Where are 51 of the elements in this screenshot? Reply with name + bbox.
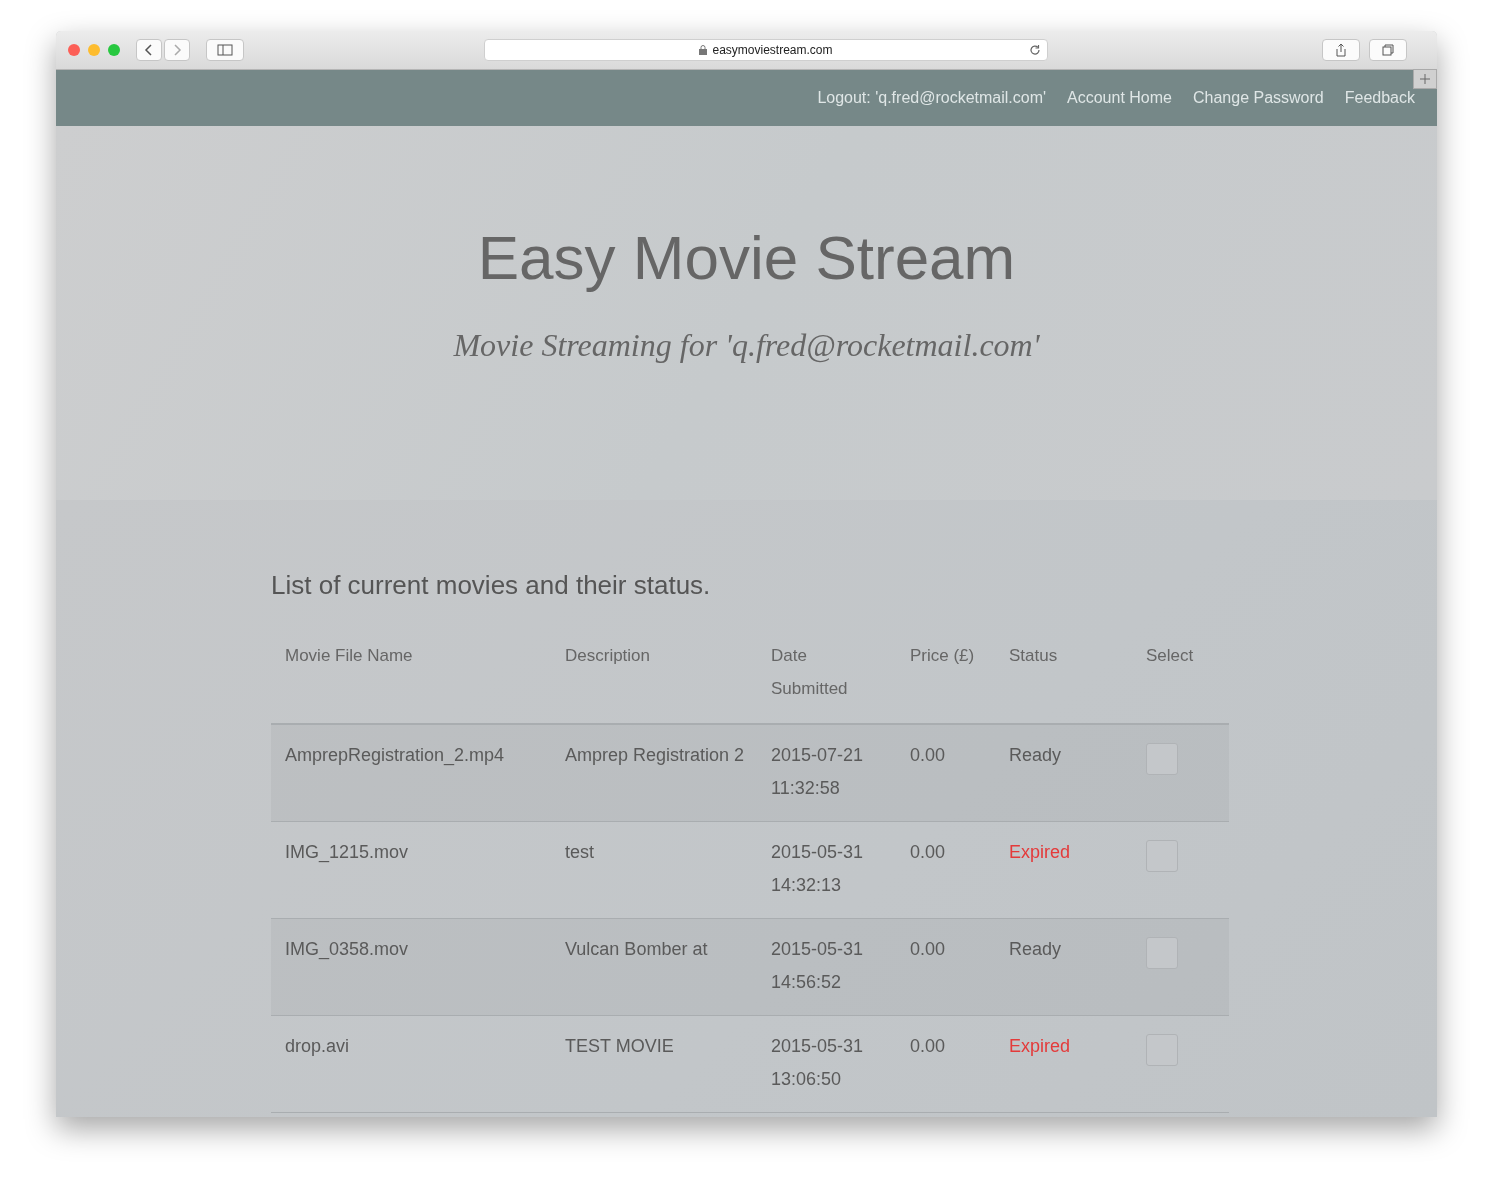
column-header: Date Submitted [757,639,896,724]
site-subtitle: Movie Streaming for 'q.fred@rocketmail.com' [453,327,1040,364]
column-header: Movie File Name [271,639,551,724]
tabs-icon [1382,44,1394,56]
chevron-left-icon [144,43,154,57]
nav-link[interactable]: Logout: 'q.fred@rocketmail.com' [817,89,1047,107]
forward-button[interactable] [164,39,190,61]
share-icon [1335,43,1347,57]
table-cell: 0.00 [896,724,995,822]
plus-icon [1420,74,1430,84]
table-cell: 2015-07-21 11:32:58 [757,724,896,822]
status-cell: Expired [995,821,1132,919]
nav-link[interactable]: Feedback [1344,89,1415,107]
table-cell: 0.00 [896,821,995,919]
close-icon[interactable] [68,44,80,56]
back-button[interactable] [136,39,162,61]
table-cell: drop.avi [271,1015,551,1113]
share-button[interactable] [1322,39,1360,61]
column-header: Price (£) [896,639,995,724]
status-cell: Expired [995,1015,1132,1113]
table-cell: Amprep Registration 2 [551,724,757,822]
column-header: Description [551,639,757,724]
table-cell: 2015-05-31 14:56:52 [757,918,896,1016]
new-tab-button[interactable] [1413,69,1437,89]
table-cell: TEST MOVIE [551,1015,757,1113]
site-title: Easy Movie Stream [477,222,1016,293]
table-caption: List of current movies and their status. [271,570,712,601]
nav-link[interactable]: Change Password [1193,89,1324,107]
table-cell: 2015-05-31 14:32:13 [757,821,896,919]
table-cell: AmprepRegistration_2.mp4 [271,724,551,822]
status-cell: Ready [995,918,1132,1016]
address-field[interactable]: easymoviestream.com [484,39,1048,61]
status-cell: Ready [995,724,1132,822]
reload-icon[interactable] [1029,44,1041,56]
column-header: Status [995,639,1132,724]
table-cell: 2015-05-31 13:06:50 [757,1015,896,1113]
sidebar-button[interactable] [206,39,244,61]
tabs-button[interactable] [1369,39,1407,61]
table-cell: IMG_1215.mov [271,821,551,919]
table-cell: 0.00 [896,918,995,1016]
table-cell: IMG_0358.mov [271,918,551,1016]
column-header: Select [1132,639,1229,724]
zoom-icon[interactable] [108,44,120,56]
sidebar-icon [217,44,233,56]
minimize-icon[interactable] [88,44,100,56]
table-cell: Vulcan Bomber at [551,918,757,1016]
table-cell: test [551,821,757,919]
table-cell: 0.00 [896,1015,995,1113]
chevron-right-icon [172,43,182,57]
nav-link[interactable]: Account Home [1067,89,1172,107]
lock-icon [699,45,708,55]
